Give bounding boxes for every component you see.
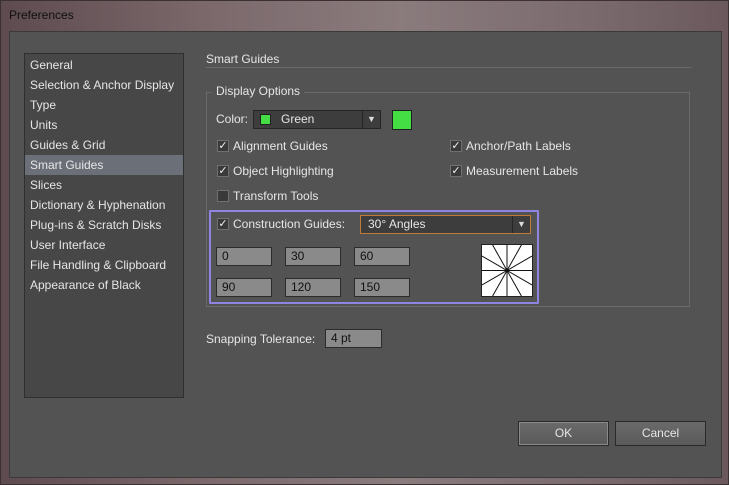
- snapping-tolerance-label: Snapping Tolerance:: [206, 332, 316, 346]
- construction-guides-dropdown[interactable]: 30° Angles ▼: [360, 215, 531, 234]
- angle-field-1[interactable]: 0: [216, 247, 272, 266]
- measurement-labels-checkbox[interactable]: ✓: [450, 165, 462, 177]
- display-options-legend: Display Options: [212, 84, 305, 98]
- snapping-tolerance-field[interactable]: 4 pt: [325, 329, 382, 348]
- sidebar-item-selection-anchor-display[interactable]: Selection & Anchor Display: [25, 75, 183, 95]
- transform-tools-checkbox[interactable]: [217, 190, 229, 202]
- color-swatch-small: [260, 114, 271, 125]
- sidebar-item-smart-guides[interactable]: Smart Guides: [25, 155, 183, 175]
- construction-guides-value: 30° Angles: [368, 217, 426, 231]
- window-title: Preferences: [9, 8, 74, 22]
- sidebar-item-general[interactable]: General: [25, 55, 183, 75]
- section-title: Smart Guides: [206, 52, 280, 66]
- color-dropdown-value: Green: [281, 112, 315, 126]
- category-list[interactable]: General Selection & Anchor Display Type …: [24, 53, 184, 398]
- sidebar-item-file-handling-clipboard[interactable]: File Handling & Clipboard: [25, 255, 183, 275]
- angles-preview: [481, 244, 533, 297]
- color-dropdown[interactable]: Green ▼: [253, 110, 381, 129]
- sidebar-item-appearance-of-black[interactable]: Appearance of Black: [25, 275, 183, 295]
- sidebar-item-user-interface[interactable]: User Interface: [25, 235, 183, 255]
- chevron-down-icon: ▼: [512, 216, 530, 233]
- object-highlighting-label: Object Highlighting: [233, 164, 334, 178]
- sidebar-item-slices[interactable]: Slices: [25, 175, 183, 195]
- section-divider: [206, 67, 692, 68]
- chevron-down-icon: ▼: [362, 111, 380, 128]
- sidebar-item-type[interactable]: Type: [25, 95, 183, 115]
- sidebar-item-guides-grid[interactable]: Guides & Grid: [25, 135, 183, 155]
- object-highlighting-checkbox[interactable]: ✓: [217, 165, 229, 177]
- title-bar[interactable]: Preferences: [1, 1, 728, 29]
- alignment-guides-checkbox[interactable]: ✓: [217, 140, 229, 152]
- ok-button[interactable]: OK: [518, 421, 609, 446]
- angle-field-3[interactable]: 60: [354, 247, 410, 266]
- color-swatch-button[interactable]: [392, 110, 412, 130]
- cancel-button[interactable]: Cancel: [615, 421, 706, 446]
- sidebar-item-dictionary-hyphenation[interactable]: Dictionary & Hyphenation: [25, 195, 183, 215]
- anchor-path-labels-checkbox[interactable]: ✓: [450, 140, 462, 152]
- angles-preview-icon: [481, 244, 533, 297]
- anchor-path-labels-label: Anchor/Path Labels: [466, 139, 571, 153]
- alignment-guides-label: Alignment Guides: [233, 139, 328, 153]
- construction-guides-checkbox[interactable]: ✓: [217, 218, 229, 230]
- angle-field-5[interactable]: 120: [285, 278, 341, 297]
- sidebar-item-plugins-scratch-disks[interactable]: Plug-ins & Scratch Disks: [25, 215, 183, 235]
- angle-field-6[interactable]: 150: [354, 278, 410, 297]
- measurement-labels-label: Measurement Labels: [466, 164, 579, 178]
- angle-field-2[interactable]: 30: [285, 247, 341, 266]
- angle-field-4[interactable]: 90: [216, 278, 272, 297]
- construction-guides-label: Construction Guides:: [233, 217, 346, 231]
- color-label: Color:: [216, 112, 249, 126]
- transform-tools-label: Transform Tools: [233, 189, 319, 203]
- sidebar-item-units[interactable]: Units: [25, 115, 183, 135]
